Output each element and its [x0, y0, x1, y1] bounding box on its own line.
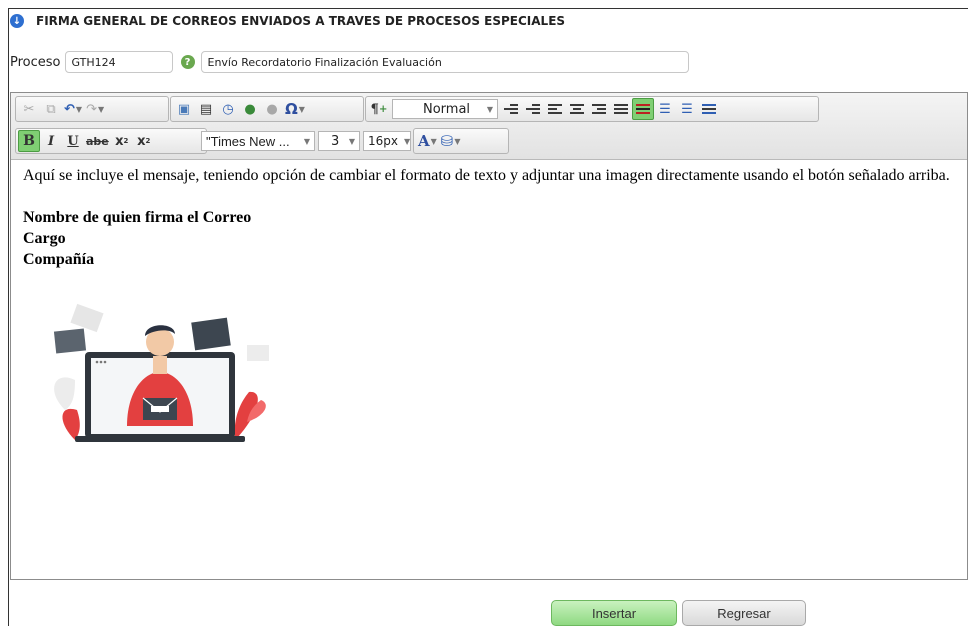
process-description-value: Envío Recordatorio Finalización Evaluaci… [207, 55, 442, 69]
signer-position: Cargo [23, 230, 66, 247]
clock-icon[interactable]: ◷ [217, 98, 239, 120]
paragraph-icon[interactable]: ¶ + [368, 98, 390, 120]
toolbar-group-insert: ▣ ▤ ◷ ● ● Ω ▼ [170, 96, 364, 122]
page-title-text: FIRMA GENERAL DE CORREOS ENVIADOS A TRAV… [36, 14, 566, 28]
bullet-list-icon[interactable]: ☰ [654, 98, 676, 120]
editor-content[interactable]: Aquí se incluye el mensaje, teniendo opc… [11, 160, 967, 579]
process-description-field[interactable]: Envío Recordatorio Finalización Evaluaci… [200, 51, 689, 73]
template-icon[interactable]: ▤ [195, 98, 217, 120]
toolbar-group-clipboard: ✂ ⧉ ↶ ▼ ↷ ▼ [15, 96, 169, 122]
paragraph-glyph: ¶ [370, 101, 379, 117]
special-char-icon[interactable]: Ω ▼ [283, 98, 307, 120]
link-icon[interactable]: ● [239, 98, 261, 120]
redo-icon[interactable]: ↷ ▼ [84, 98, 106, 120]
special-char-glyph: Ω [285, 100, 298, 118]
subscript-button[interactable]: x2 [133, 130, 155, 152]
image-icon[interactable]: ▣ [173, 98, 195, 120]
editor-toolbar: ✂ ⧉ ↶ ▼ ↷ ▼ ▣ ▤ ◷ ● ● Ω ▼ ¶ + Normal ▼ ☰ ☰ [11, 93, 967, 160]
font-color-glyph: A [418, 132, 430, 150]
superscript-button[interactable]: x2 [111, 130, 133, 152]
strike-glyph: abe [86, 134, 109, 148]
font-family-select[interactable]: "Times New ... ▼ [201, 131, 315, 151]
toolbar-group-format: ¶ + Normal ▼ ☰ ☰ [365, 96, 819, 122]
align-right-icon[interactable] [588, 98, 610, 120]
signer-name: Nombre de quien firma el Correo [23, 209, 252, 226]
format-select-value: Normal [423, 101, 471, 117]
process-label: Proceso [10, 54, 61, 70]
font-size-value: 3 [331, 133, 340, 149]
indent-icon[interactable] [522, 98, 544, 120]
superscript-glyph: x [115, 133, 124, 149]
align-left-icon[interactable] [544, 98, 566, 120]
info-icon: ↓ [10, 14, 24, 28]
italic-glyph: I [47, 133, 55, 149]
justify-icon[interactable] [610, 98, 632, 120]
table-icon[interactable] [632, 98, 654, 120]
message-text: Aquí se incluye el mensaje, teniendo opc… [23, 167, 950, 184]
rich-text-editor: ✂ ⧉ ↶ ▼ ↷ ▼ ▣ ▤ ◷ ● ● Ω ▼ ¶ + Normal ▼ ☰ ☰ [10, 92, 968, 580]
horizontal-rule-icon[interactable] [698, 98, 720, 120]
cut-icon[interactable]: ✂ [18, 98, 40, 120]
back-button[interactable]: Regresar [682, 600, 806, 626]
strikethrough-button[interactable]: abe [84, 130, 111, 152]
insert-button[interactable]: Insertar [551, 600, 677, 626]
page-title: ↓ FIRMA GENERAL DE CORREOS ENVIADOS A TR… [10, 10, 565, 32]
underline-glyph: U [67, 133, 79, 149]
format-select[interactable]: Normal ▼ [392, 99, 498, 119]
font-color-icon[interactable]: A ▼ [416, 130, 439, 152]
email-illustration [53, 303, 269, 442]
toolbar-group-text-style: B I U abe x2 x2 [15, 128, 207, 154]
unlink-icon[interactable]: ● [261, 98, 283, 120]
bold-glyph: B [23, 133, 35, 149]
copy-icon[interactable]: ⧉ [40, 98, 62, 120]
font-px-value: 16px [368, 134, 398, 148]
outdent-icon[interactable] [500, 98, 522, 120]
signer-company: Compañía [23, 251, 95, 268]
font-size-select[interactable]: 3 ▼ [318, 131, 360, 151]
italic-button[interactable]: I [40, 130, 62, 152]
font-family-value: "Times New ... [206, 133, 290, 149]
bold-button[interactable]: B [18, 130, 40, 152]
process-code-value: GTH124 [71, 55, 116, 69]
align-center-icon[interactable] [566, 98, 588, 120]
process-code-field[interactable]: GTH124 [64, 51, 173, 73]
toolbar-group-color: A ▼ ⛁ ▼ [413, 128, 509, 154]
highlight-color-icon[interactable]: ⛁ ▼ [439, 130, 463, 152]
font-px-select[interactable]: 16px ▼ [363, 131, 411, 151]
subscript-glyph: x [137, 133, 146, 149]
numbered-list-icon[interactable]: ☰ [676, 98, 698, 120]
undo-icon[interactable]: ↶ ▼ [62, 98, 84, 120]
help-icon[interactable]: ? [180, 55, 195, 69]
process-row: Proceso GTH124 ? Envío Recordatorio Fina… [10, 50, 689, 74]
underline-button[interactable]: U [62, 130, 84, 152]
